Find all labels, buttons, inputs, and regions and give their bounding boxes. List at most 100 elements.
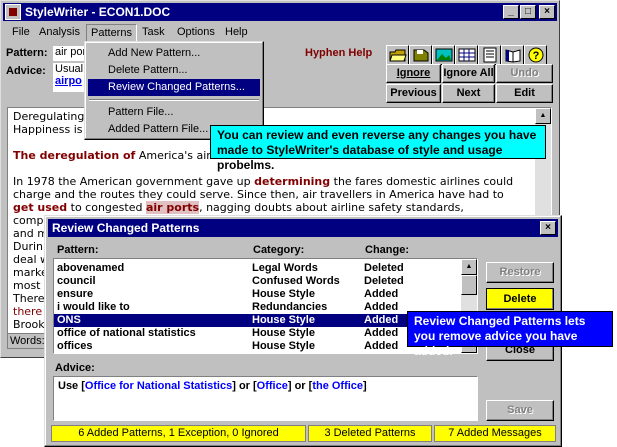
row-category: House Style <box>252 340 315 352</box>
advice-prefix: Use [ <box>58 380 85 392</box>
doc-para-2: charge and the routes they could serve. … <box>13 188 504 201</box>
row-category: House Style <box>252 314 315 326</box>
dialog-title-bar[interactable]: Review Changed Patterns × <box>48 219 558 237</box>
delete-button[interactable]: Delete <box>486 288 554 310</box>
info-callout-delete: Review Changed Patterns lets you remove … <box>407 311 613 358</box>
doc-line: There <box>13 292 45 305</box>
dialog-title: Review Changed Patterns <box>52 221 200 235</box>
header-pattern: Pattern: <box>57 244 99 256</box>
minimize-button[interactable]: _ <box>503 5 519 19</box>
doc-line: marke <box>13 266 48 279</box>
pattern-row-selected[interactable]: ONS House Style Added <box>54 314 461 327</box>
pattern-field[interactable]: air por <box>53 46 87 61</box>
pattern-label: Pattern: <box>6 47 48 59</box>
document-icon[interactable] <box>478 45 501 65</box>
next-button[interactable]: Next <box>442 84 495 103</box>
flagged-word-determining[interactable]: determining <box>254 175 330 188</box>
doc-line-2: Happiness is <box>13 123 83 136</box>
doc-line: Durin <box>13 240 43 253</box>
row-change: Added <box>364 301 399 313</box>
advice-link-ons[interactable]: Office for National Statistics <box>85 380 232 392</box>
title-bar[interactable]: StyleWriter - ECON1.DOC _ □ × <box>3 3 557 21</box>
advice-text: Usual <box>55 63 84 75</box>
restore-button[interactable]: Restore <box>486 262 554 283</box>
window-title: StyleWriter - ECON1.DOC <box>25 5 171 19</box>
row-category: Legal Words <box>252 262 318 274</box>
header-change: Change: <box>365 244 409 256</box>
doc-text: , nagging doubts about airline safety st… <box>199 201 464 214</box>
pattern-row[interactable]: office of national statistics House Styl… <box>54 327 461 340</box>
close-button[interactable]: × <box>539 5 555 19</box>
row-category: House Style <box>252 288 315 300</box>
flagged-word-get-used[interactable]: get used <box>13 201 67 214</box>
row-change: Added <box>364 314 399 326</box>
menu-options[interactable]: Options <box>177 26 215 38</box>
help-icon[interactable]: ? <box>524 45 547 65</box>
doc-line: Brook <box>13 318 45 331</box>
list-scroll-up[interactable]: ▲ <box>461 259 477 275</box>
open-file-icon[interactable] <box>386 45 409 65</box>
pattern-row[interactable]: ensure House Style Added <box>54 288 461 301</box>
advice-header: Advice: <box>55 362 95 374</box>
maximize-button[interactable]: □ <box>520 5 536 19</box>
status-added-messages: 7 Added Messages <box>434 425 556 442</box>
info-callout-review: You can review and even reverse any chan… <box>210 125 546 172</box>
pattern-row[interactable]: abovenamed Legal Words Deleted <box>54 262 461 275</box>
table-icon[interactable] <box>455 45 478 65</box>
dialog-status-bar: 6 Added Patterns, 1 Exception, 0 Ignored… <box>51 425 556 442</box>
edit-button[interactable]: Edit <box>496 84 553 103</box>
doc-text: In 1978 the American government gave up <box>13 175 255 188</box>
row-pattern: ensure <box>57 288 94 300</box>
menu-help[interactable]: Help <box>225 26 248 38</box>
advice-mid: ] or [ <box>232 380 257 392</box>
row-pattern: council <box>57 275 96 287</box>
highlighted-air-ports[interactable]: air ports <box>145 201 200 214</box>
app-icon[interactable] <box>5 4 21 20</box>
row-pattern: i would like to <box>57 301 130 313</box>
advice-link-office[interactable]: Office <box>257 380 288 392</box>
book-icon[interactable] <box>501 45 524 65</box>
pattern-row[interactable]: offices House Style Added <box>54 340 461 353</box>
doc-para-1: In 1978 the American government gave up … <box>13 175 513 188</box>
menu-item-delete-pattern[interactable]: Delete Pattern... <box>88 62 260 79</box>
header-category: Category: <box>253 244 305 256</box>
row-category: House Style <box>252 327 315 339</box>
scroll-up-button[interactable]: ▲ <box>535 108 551 124</box>
menu-file[interactable]: File <box>12 26 30 38</box>
menu-item-review-changed-patterns[interactable]: Review Changed Patterns... <box>88 79 260 96</box>
pattern-row[interactable]: council Confused Words Deleted <box>54 275 461 288</box>
row-category: Redundancies <box>252 301 328 313</box>
row-change: Added <box>364 340 399 352</box>
pattern-row[interactable]: i would like to Redundancies Added <box>54 301 461 314</box>
save-icon[interactable] <box>409 45 432 65</box>
menu-patterns[interactable]: Patterns <box>86 24 137 42</box>
dialog-close-icon[interactable]: × <box>540 221 556 235</box>
row-change: Added <box>364 327 399 339</box>
undo-button[interactable]: Undo <box>496 64 553 83</box>
doc-heading: The deregulation of America's airlin <box>13 149 224 162</box>
status-deleted-patterns: 3 Deleted Patterns <box>308 425 432 442</box>
advice-link-the-office[interactable]: the Office <box>312 380 363 392</box>
menu-item-add-new-pattern[interactable]: Add New Pattern... <box>88 45 260 62</box>
previous-button[interactable]: Previous <box>386 84 441 103</box>
picture-icon[interactable] <box>432 45 455 65</box>
advice-suffix: ] <box>363 380 367 392</box>
flagged-word-there[interactable]: there <box>13 305 42 318</box>
row-change: Deleted <box>364 262 404 274</box>
doc-text: to congested <box>67 201 146 214</box>
advice-field: Usual airpo <box>53 63 87 92</box>
menu-item-pattern-file[interactable]: Pattern File... <box>88 104 260 121</box>
ignore-button[interactable]: Ignore <box>386 64 441 83</box>
menu-analysis[interactable]: Analysis <box>39 26 80 38</box>
advice-label: Advice: <box>6 65 46 77</box>
ignore-all-button[interactable]: Ignore All <box>442 64 495 83</box>
advice-link[interactable]: airpo <box>55 75 87 87</box>
svg-text:?: ? <box>533 50 540 62</box>
menu-task[interactable]: Task <box>142 26 165 38</box>
save-button[interactable]: Save <box>486 400 554 421</box>
doc-para-3: get used to congested air ports, nagging… <box>13 201 464 214</box>
row-pattern: office of national statistics <box>57 327 196 339</box>
status-added-patterns: 6 Added Patterns, 1 Exception, 0 Ignored <box>51 425 306 442</box>
row-change: Deleted <box>364 275 404 287</box>
list-scroll-thumb[interactable] <box>461 275 477 295</box>
